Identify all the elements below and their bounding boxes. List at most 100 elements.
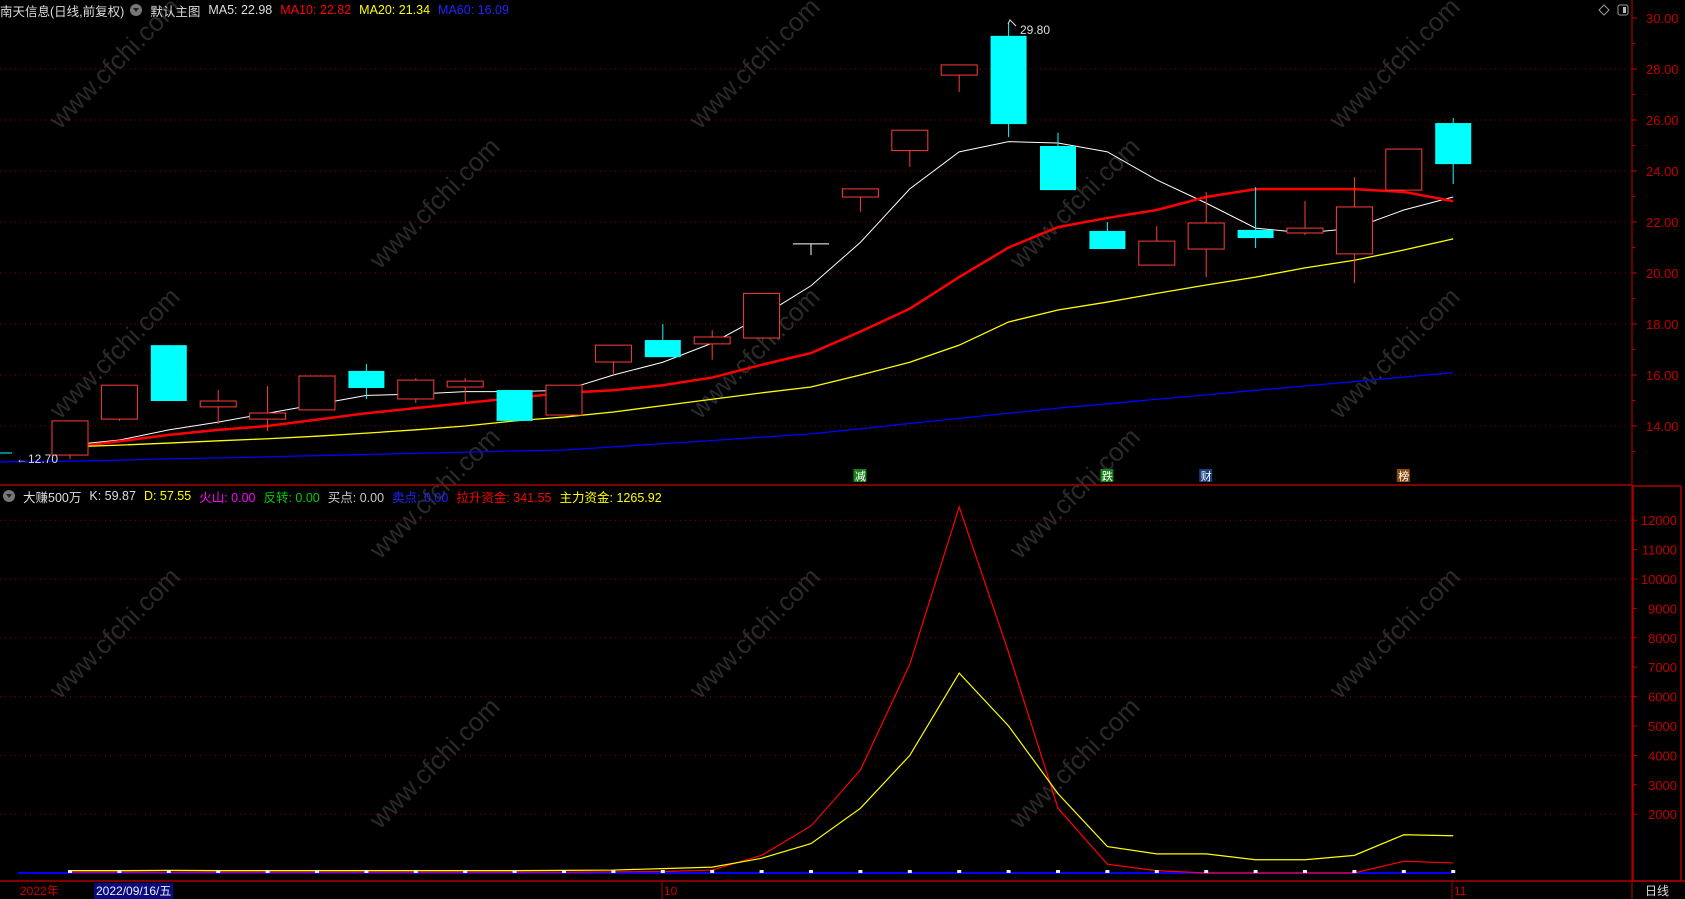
indicator-header: 大赚500万 K: 59.87 D: 57.55 火山: 0.00 反转: 0.… <box>0 487 670 505</box>
indicator-tick-label: 11000 <box>1642 543 1677 558</box>
sell-point-value: 卖点: 0.00 <box>392 490 449 505</box>
candle[interactable] <box>545 384 583 416</box>
buy-point-dot <box>858 870 863 873</box>
candle[interactable] <box>348 364 385 399</box>
low-price-label: ←12.70 <box>16 452 58 466</box>
candle-body-down <box>348 370 385 389</box>
event-markers[interactable]: 减跌财榜 <box>853 469 1410 483</box>
candle[interactable] <box>1138 226 1176 266</box>
indicator-name[interactable]: 大赚500万 <box>23 487 81 506</box>
watermark-text: www.cfchi.com <box>1002 691 1145 834</box>
buy-point-dot <box>117 870 122 873</box>
candle[interactable] <box>743 292 781 339</box>
year-label: 2022年 <box>20 884 59 898</box>
buy-point-dot <box>1451 870 1456 873</box>
candle[interactable] <box>793 243 829 256</box>
event-marker-text: 减 <box>855 470 866 483</box>
candle-body-up <box>298 375 336 411</box>
event-marker[interactable]: 财 <box>1199 469 1213 483</box>
candle[interactable] <box>199 390 237 424</box>
watermark-text: www.cfchi.com <box>42 561 185 704</box>
main-funds-value: 主力资金: 1265.92 <box>559 490 662 505</box>
buy-point-dot <box>1204 870 1209 873</box>
candle[interactable] <box>891 129 929 167</box>
buy-point-value: 买点: 0.00 <box>327 490 385 505</box>
candle-body-up <box>446 380 484 388</box>
buy-point-dot <box>364 870 369 873</box>
indicator-tick-label: 12000 <box>1641 513 1677 528</box>
candle-body-down <box>644 340 681 358</box>
chevron-down-icon[interactable] <box>130 4 143 16</box>
candle[interactable] <box>1435 117 1472 185</box>
buy-point-dot <box>68 870 72 873</box>
candle[interactable] <box>397 378 435 404</box>
candle[interactable] <box>150 345 187 402</box>
watermark-text: www.cfchi.com <box>1002 421 1145 564</box>
candle-body-up <box>743 292 781 339</box>
cursor-date-label: 2022/09/16/五 <box>94 883 174 899</box>
watermark-text: www.cfchi.com <box>362 131 505 274</box>
candle[interactable] <box>1237 187 1274 249</box>
watermark-text: www.cfchi.com <box>1322 561 1465 704</box>
candle-body-down <box>1435 123 1472 165</box>
stock-title[interactable]: 南天信息(日线,前复权) <box>0 1 124 20</box>
buy-point-dot <box>1401 870 1406 873</box>
buy-point-dot <box>759 870 764 873</box>
volcano-value: 火山: 0.00 <box>199 490 256 505</box>
candle-body-up <box>1138 240 1176 266</box>
price-tick-label: 26.00 <box>1646 113 1679 128</box>
candle[interactable] <box>1187 191 1225 278</box>
candle[interactable] <box>1335 177 1373 284</box>
chevron-down-icon[interactable] <box>3 490 15 502</box>
candle-body-up <box>1286 227 1324 234</box>
indicator-tick-label: 2000 <box>1648 807 1677 822</box>
candle[interactable] <box>446 378 484 404</box>
candle[interactable] <box>841 188 879 212</box>
buy-point-dot <box>660 870 665 873</box>
event-marker-text: 跌 <box>1102 469 1113 483</box>
event-marker[interactable]: 跌 <box>1100 469 1114 483</box>
high-pointer-icon <box>1007 19 1017 27</box>
ma5-value: MA5: 22.98 <box>208 3 273 17</box>
candle[interactable] <box>594 344 632 375</box>
period-selector[interactable]: 日线 <box>1645 883 1669 899</box>
price-tick-label: 24.00 <box>1646 164 1679 179</box>
buy-point-dot <box>710 870 715 873</box>
candle[interactable] <box>693 330 731 360</box>
candle[interactable] <box>1089 222 1126 250</box>
candle[interactable] <box>496 390 533 421</box>
ma20-value: MA20: 21.34 <box>359 3 431 17</box>
chart-canvas[interactable]: www.cfchi.com www.cfchi.com www.cfchi.com w… <box>0 0 1685 899</box>
candle-body-up <box>1335 206 1373 255</box>
ma60-value: MA60: 16.09 <box>438 3 509 17</box>
main-chart-selector[interactable]: 默认主图 <box>150 1 200 20</box>
candle[interactable] <box>990 23 1027 138</box>
buy-point-dot <box>1352 870 1357 873</box>
diamond-icon[interactable] <box>1598 4 1610 16</box>
candle[interactable] <box>298 375 336 411</box>
buy-point-dot <box>1154 870 1159 873</box>
candle[interactable] <box>100 384 138 421</box>
candle[interactable] <box>644 324 681 358</box>
reversal-value: 反转: 0.00 <box>263 490 320 505</box>
candle[interactable] <box>1385 148 1423 191</box>
indicator-tick-label: 10000 <box>1641 572 1677 587</box>
candle-body-down <box>1089 230 1126 250</box>
buy-point-dot <box>1006 870 1011 873</box>
candle-body-up <box>594 344 632 363</box>
watermark-text: www.cfchi.com <box>1322 281 1465 424</box>
price-tick-label: 22.00 <box>1646 215 1679 230</box>
month-label-10: 10 <box>664 884 678 898</box>
candle-body-up <box>1187 222 1225 250</box>
candle[interactable] <box>1286 201 1324 236</box>
indicator-tick-label: 6000 <box>1648 690 1677 705</box>
event-marker[interactable]: 榜 <box>1396 469 1410 483</box>
buy-point-dot <box>907 870 912 873</box>
event-marker-text: 榜 <box>1398 469 1409 483</box>
candle[interactable] <box>940 64 978 92</box>
watermark-text: www.cfchi.com <box>682 0 825 135</box>
candle[interactable] <box>1040 132 1076 191</box>
event-marker[interactable]: 减 <box>853 469 867 483</box>
panel-toggle-icon[interactable] <box>1617 4 1629 16</box>
buy-point-dot <box>957 870 962 873</box>
